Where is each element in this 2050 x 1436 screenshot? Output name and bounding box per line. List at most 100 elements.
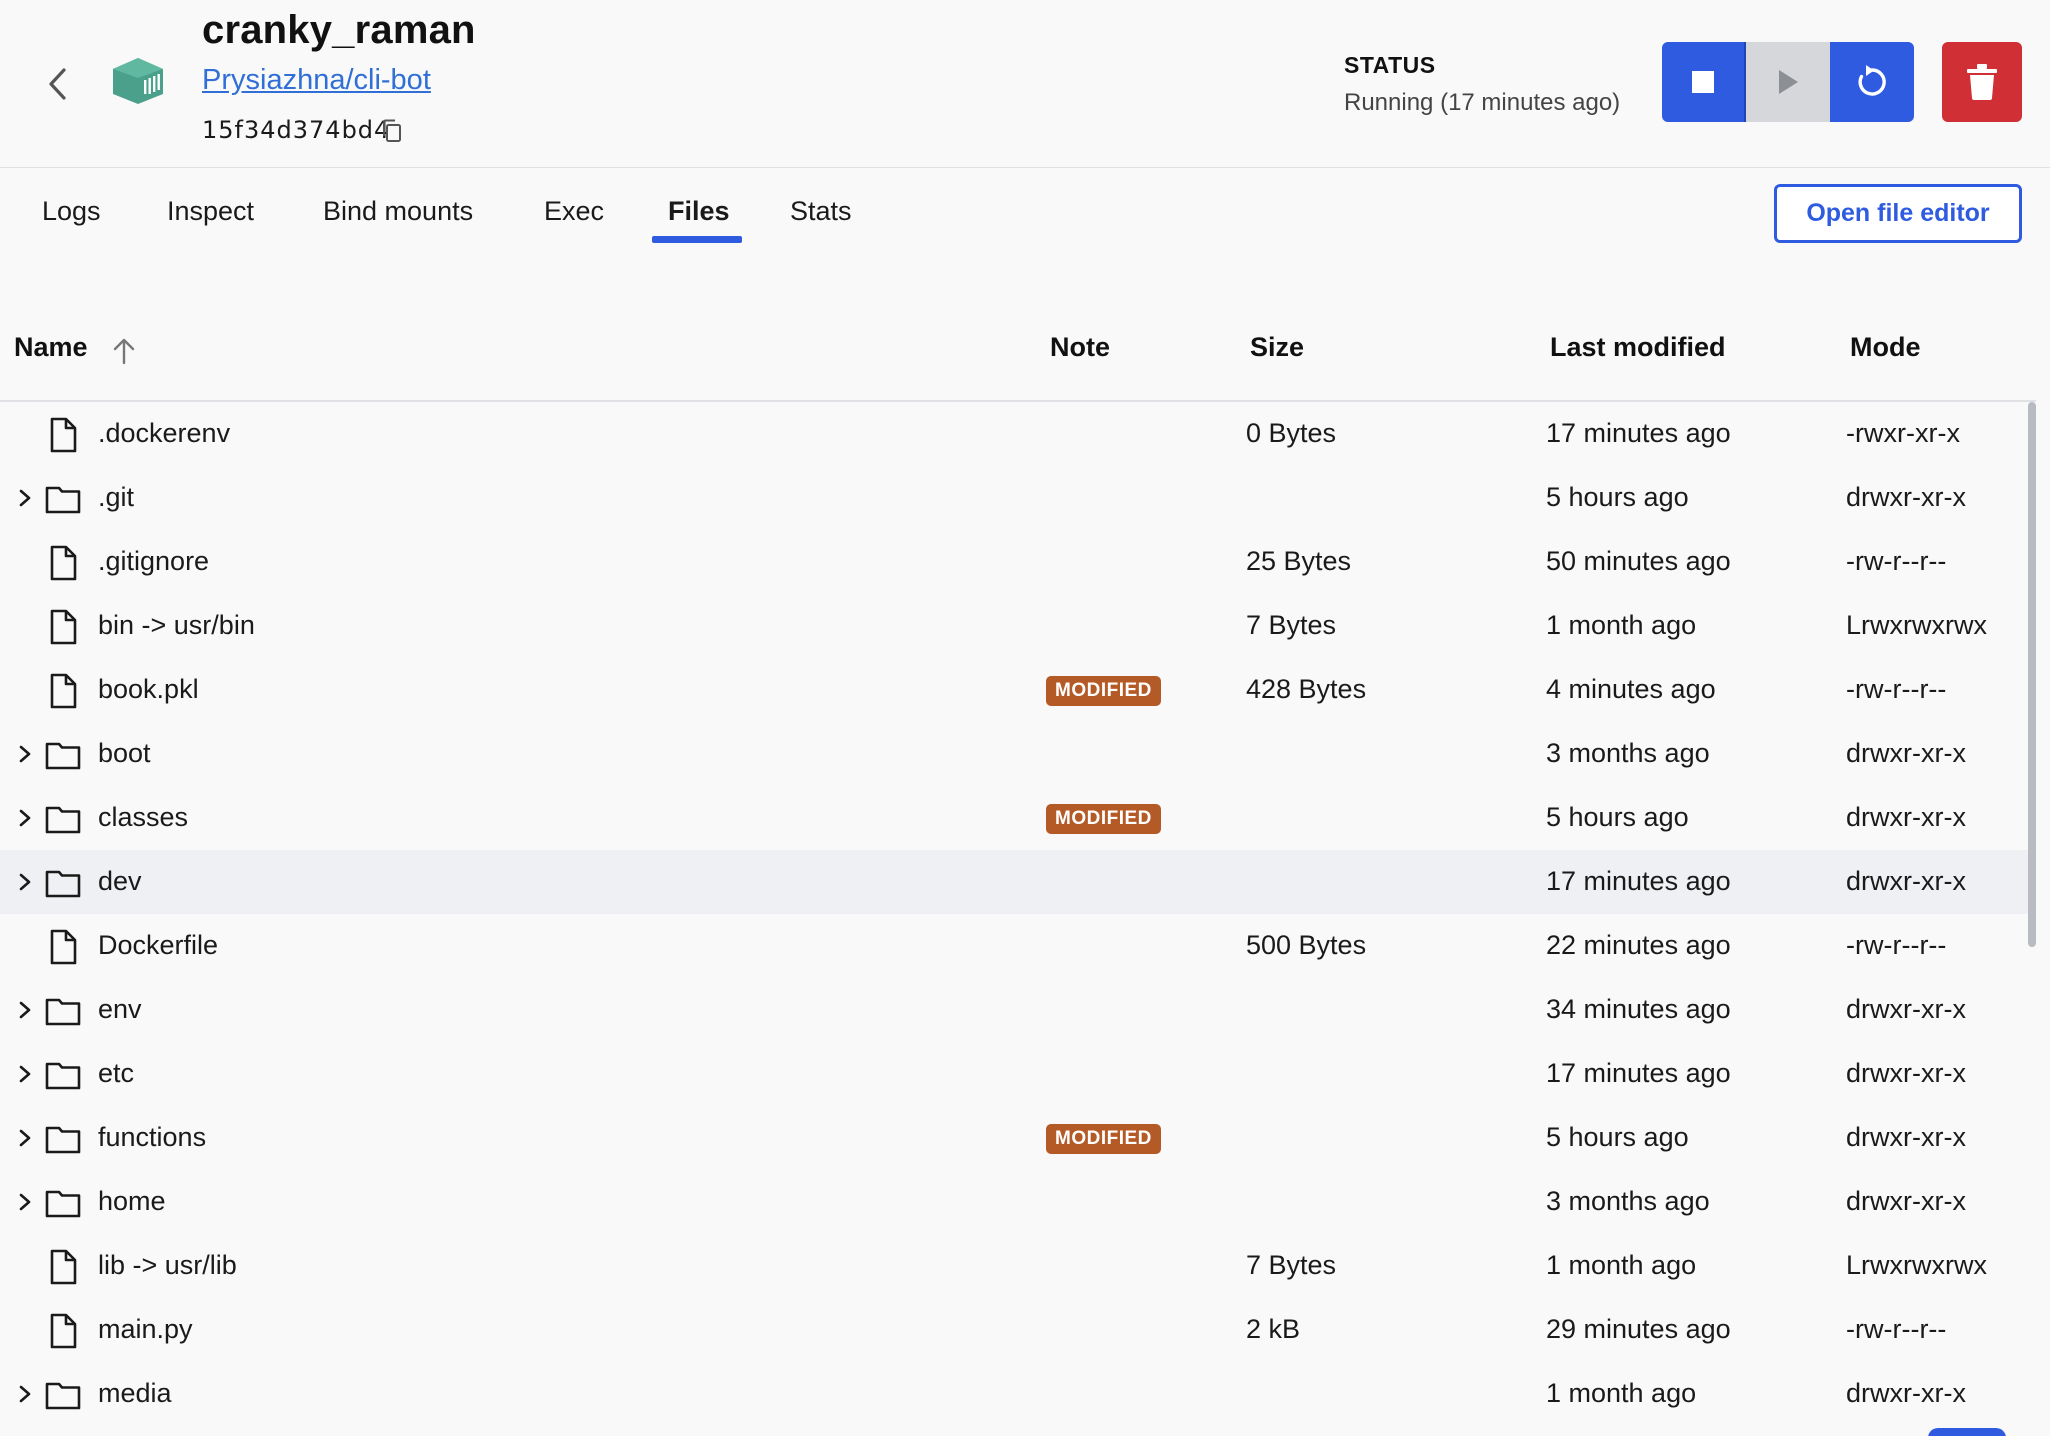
table-row[interactable]: Dockerfile 500 Bytes 22 minutes ago -rw-r--… bbox=[0, 914, 2036, 978]
tab-bind-mounts[interactable]: Bind mounts bbox=[323, 196, 473, 227]
chevron-right-icon[interactable] bbox=[14, 1188, 36, 1216]
table-row[interactable]: bin -> usr/bin 7 Bytes 1 month ago Lrwxrwxr… bbox=[0, 594, 2036, 658]
table-row[interactable]: .gitignore 25 Bytes 50 minutes ago -rw-r--r… bbox=[0, 530, 2036, 594]
table-row[interactable]: functions MODIFIED 5 hours ago drwxr-xr-x bbox=[0, 1106, 2036, 1170]
folder-icon bbox=[44, 1120, 82, 1158]
folder-icon bbox=[44, 1184, 82, 1222]
file-icon bbox=[44, 1248, 82, 1286]
file-name: classes bbox=[98, 802, 189, 832]
last-modified: 1 month ago bbox=[1546, 1378, 1697, 1408]
file-name: lib -> usr/lib bbox=[98, 1250, 237, 1280]
last-modified: 5 hours ago bbox=[1546, 482, 1689, 512]
chevron-right-icon[interactable] bbox=[14, 868, 36, 896]
table-row[interactable]: media 1 month ago drwxr-xr-x bbox=[0, 1362, 2036, 1426]
file-mode: Lrwxrwxrwx bbox=[1846, 610, 1987, 640]
folder-icon bbox=[44, 1376, 82, 1414]
file-table-body: .dockerenv 0 Bytes 17 minutes ago -rwxr-xr-… bbox=[0, 402, 2036, 1436]
column-header-last-modified[interactable]: Last modified bbox=[1550, 332, 1726, 363]
last-modified: 17 minutes ago bbox=[1546, 1058, 1731, 1088]
restart-button[interactable] bbox=[1830, 42, 1914, 122]
table-row[interactable]: classes MODIFIED 5 hours ago drwxr-xr-x bbox=[0, 786, 2036, 850]
column-header-mode[interactable]: Mode bbox=[1850, 332, 1921, 363]
file-size: 25 Bytes bbox=[1246, 546, 1352, 576]
file-mode: drwxr-xr-x bbox=[1846, 866, 1966, 896]
trash-icon bbox=[1967, 64, 1997, 100]
file-mode: drwxr-xr-x bbox=[1846, 482, 1966, 512]
file-mode: Lrwxrwxrwx bbox=[1846, 1250, 1987, 1280]
container-name: cranky_raman bbox=[202, 8, 476, 52]
file-name: home bbox=[98, 1186, 166, 1216]
file-name: boot bbox=[98, 738, 151, 768]
restart-icon bbox=[1858, 65, 1886, 96]
container-actions bbox=[1662, 42, 1914, 122]
chevron-right-icon[interactable] bbox=[14, 484, 36, 512]
back-button[interactable] bbox=[40, 62, 76, 106]
chevron-right-icon[interactable] bbox=[14, 1380, 36, 1408]
scrollbar-thumb[interactable] bbox=[2028, 402, 2036, 947]
table-row[interactable]: .git 5 hours ago drwxr-xr-x bbox=[0, 466, 2036, 530]
file-name: main.py bbox=[98, 1314, 193, 1344]
modified-badge: MODIFIED bbox=[1046, 804, 1161, 834]
modified-badge: MODIFIED bbox=[1046, 676, 1161, 706]
column-header-size[interactable]: Size bbox=[1250, 332, 1304, 363]
file-name: functions bbox=[98, 1122, 207, 1152]
chevron-right-icon[interactable] bbox=[14, 1124, 36, 1152]
tab-files[interactable]: Files bbox=[668, 196, 730, 227]
stop-icon bbox=[1692, 71, 1714, 93]
file-name: .dockerenv bbox=[98, 418, 231, 448]
play-icon bbox=[1779, 70, 1798, 94]
file-mode: drwxr-xr-x bbox=[1846, 1122, 1966, 1152]
table-row[interactable]: boot 3 months ago drwxr-xr-x bbox=[0, 722, 2036, 786]
container-header: cranky_raman Prysiazhna/cli-bot 15f34d37… bbox=[0, 0, 2050, 168]
folder-icon bbox=[44, 1056, 82, 1094]
chevron-right-icon[interactable] bbox=[14, 804, 36, 832]
tab-logs[interactable]: Logs bbox=[42, 196, 101, 227]
file-icon bbox=[44, 672, 82, 710]
file-mode: -rw-r--r-- bbox=[1846, 1314, 1947, 1344]
copy-id-button[interactable] bbox=[378, 116, 406, 146]
tab-stats[interactable]: Stats bbox=[790, 196, 852, 227]
table-row[interactable]: .dockerenv 0 Bytes 17 minutes ago -rwxr-xr-… bbox=[0, 402, 2036, 466]
container-detail-view: cranky_raman Prysiazhna/cli-bot 15f34d37… bbox=[0, 0, 2050, 1436]
start-button[interactable] bbox=[1746, 42, 1830, 122]
tab-exec[interactable]: Exec bbox=[544, 196, 604, 227]
file-icon bbox=[44, 608, 82, 646]
last-modified: 17 minutes ago bbox=[1546, 418, 1731, 448]
image-link[interactable]: Prysiazhna/cli-bot bbox=[202, 64, 431, 97]
chevron-right-icon[interactable] bbox=[14, 740, 36, 768]
container-id: 15f34d374bd4 bbox=[202, 116, 391, 144]
column-header-note[interactable]: Note bbox=[1050, 332, 1110, 363]
delete-button[interactable] bbox=[1942, 42, 2022, 122]
table-row[interactable]: home 3 months ago drwxr-xr-x bbox=[0, 1170, 2036, 1234]
file-mode: -rwxr-xr-x bbox=[1846, 418, 1960, 448]
file-name: etc bbox=[98, 1058, 135, 1088]
sort-ascending-icon[interactable] bbox=[110, 336, 138, 366]
floating-action-pill[interactable] bbox=[1928, 1428, 2006, 1436]
table-row[interactable]: env 34 minutes ago drwxr-xr-x bbox=[0, 978, 2036, 1042]
file-mode: drwxr-xr-x bbox=[1846, 738, 1966, 768]
column-header-name[interactable]: Name bbox=[14, 332, 88, 363]
stop-button[interactable] bbox=[1662, 42, 1746, 122]
table-row[interactable]: book.pkl MODIFIED 428 Bytes 4 minutes ago -r… bbox=[0, 658, 2036, 722]
open-file-editor-button[interactable]: Open file editor bbox=[1774, 184, 2022, 243]
tab-inspect[interactable]: Inspect bbox=[167, 196, 254, 227]
file-name: env bbox=[98, 994, 142, 1024]
last-modified: 5 hours ago bbox=[1546, 1122, 1689, 1152]
chevron-right-icon[interactable] bbox=[14, 996, 36, 1024]
file-icon bbox=[44, 1312, 82, 1350]
last-modified: 17 minutes ago bbox=[1546, 866, 1731, 896]
table-row[interactable]: dev 17 minutes ago drwxr-xr-x bbox=[0, 850, 2036, 914]
folder-icon bbox=[44, 480, 82, 518]
file-size: 500 Bytes bbox=[1246, 930, 1367, 960]
container-icon bbox=[111, 56, 165, 106]
chevron-right-icon[interactable] bbox=[14, 1060, 36, 1088]
last-modified: 5 hours ago bbox=[1546, 802, 1689, 832]
table-row[interactable]: main.py 2 kB 29 minutes ago -rw-r--r-- bbox=[0, 1298, 2036, 1362]
last-modified: 3 months ago bbox=[1546, 1186, 1710, 1216]
table-row[interactable]: lib -> usr/lib 7 Bytes 1 month ago Lrwxrwxr… bbox=[0, 1234, 2036, 1298]
file-size: 7 Bytes bbox=[1246, 610, 1337, 640]
file-name: bin -> usr/bin bbox=[98, 610, 255, 640]
table-row[interactable]: etc 17 minutes ago drwxr-xr-x bbox=[0, 1042, 2036, 1106]
last-modified: 1 month ago bbox=[1546, 610, 1697, 640]
file-name: dev bbox=[98, 866, 142, 896]
